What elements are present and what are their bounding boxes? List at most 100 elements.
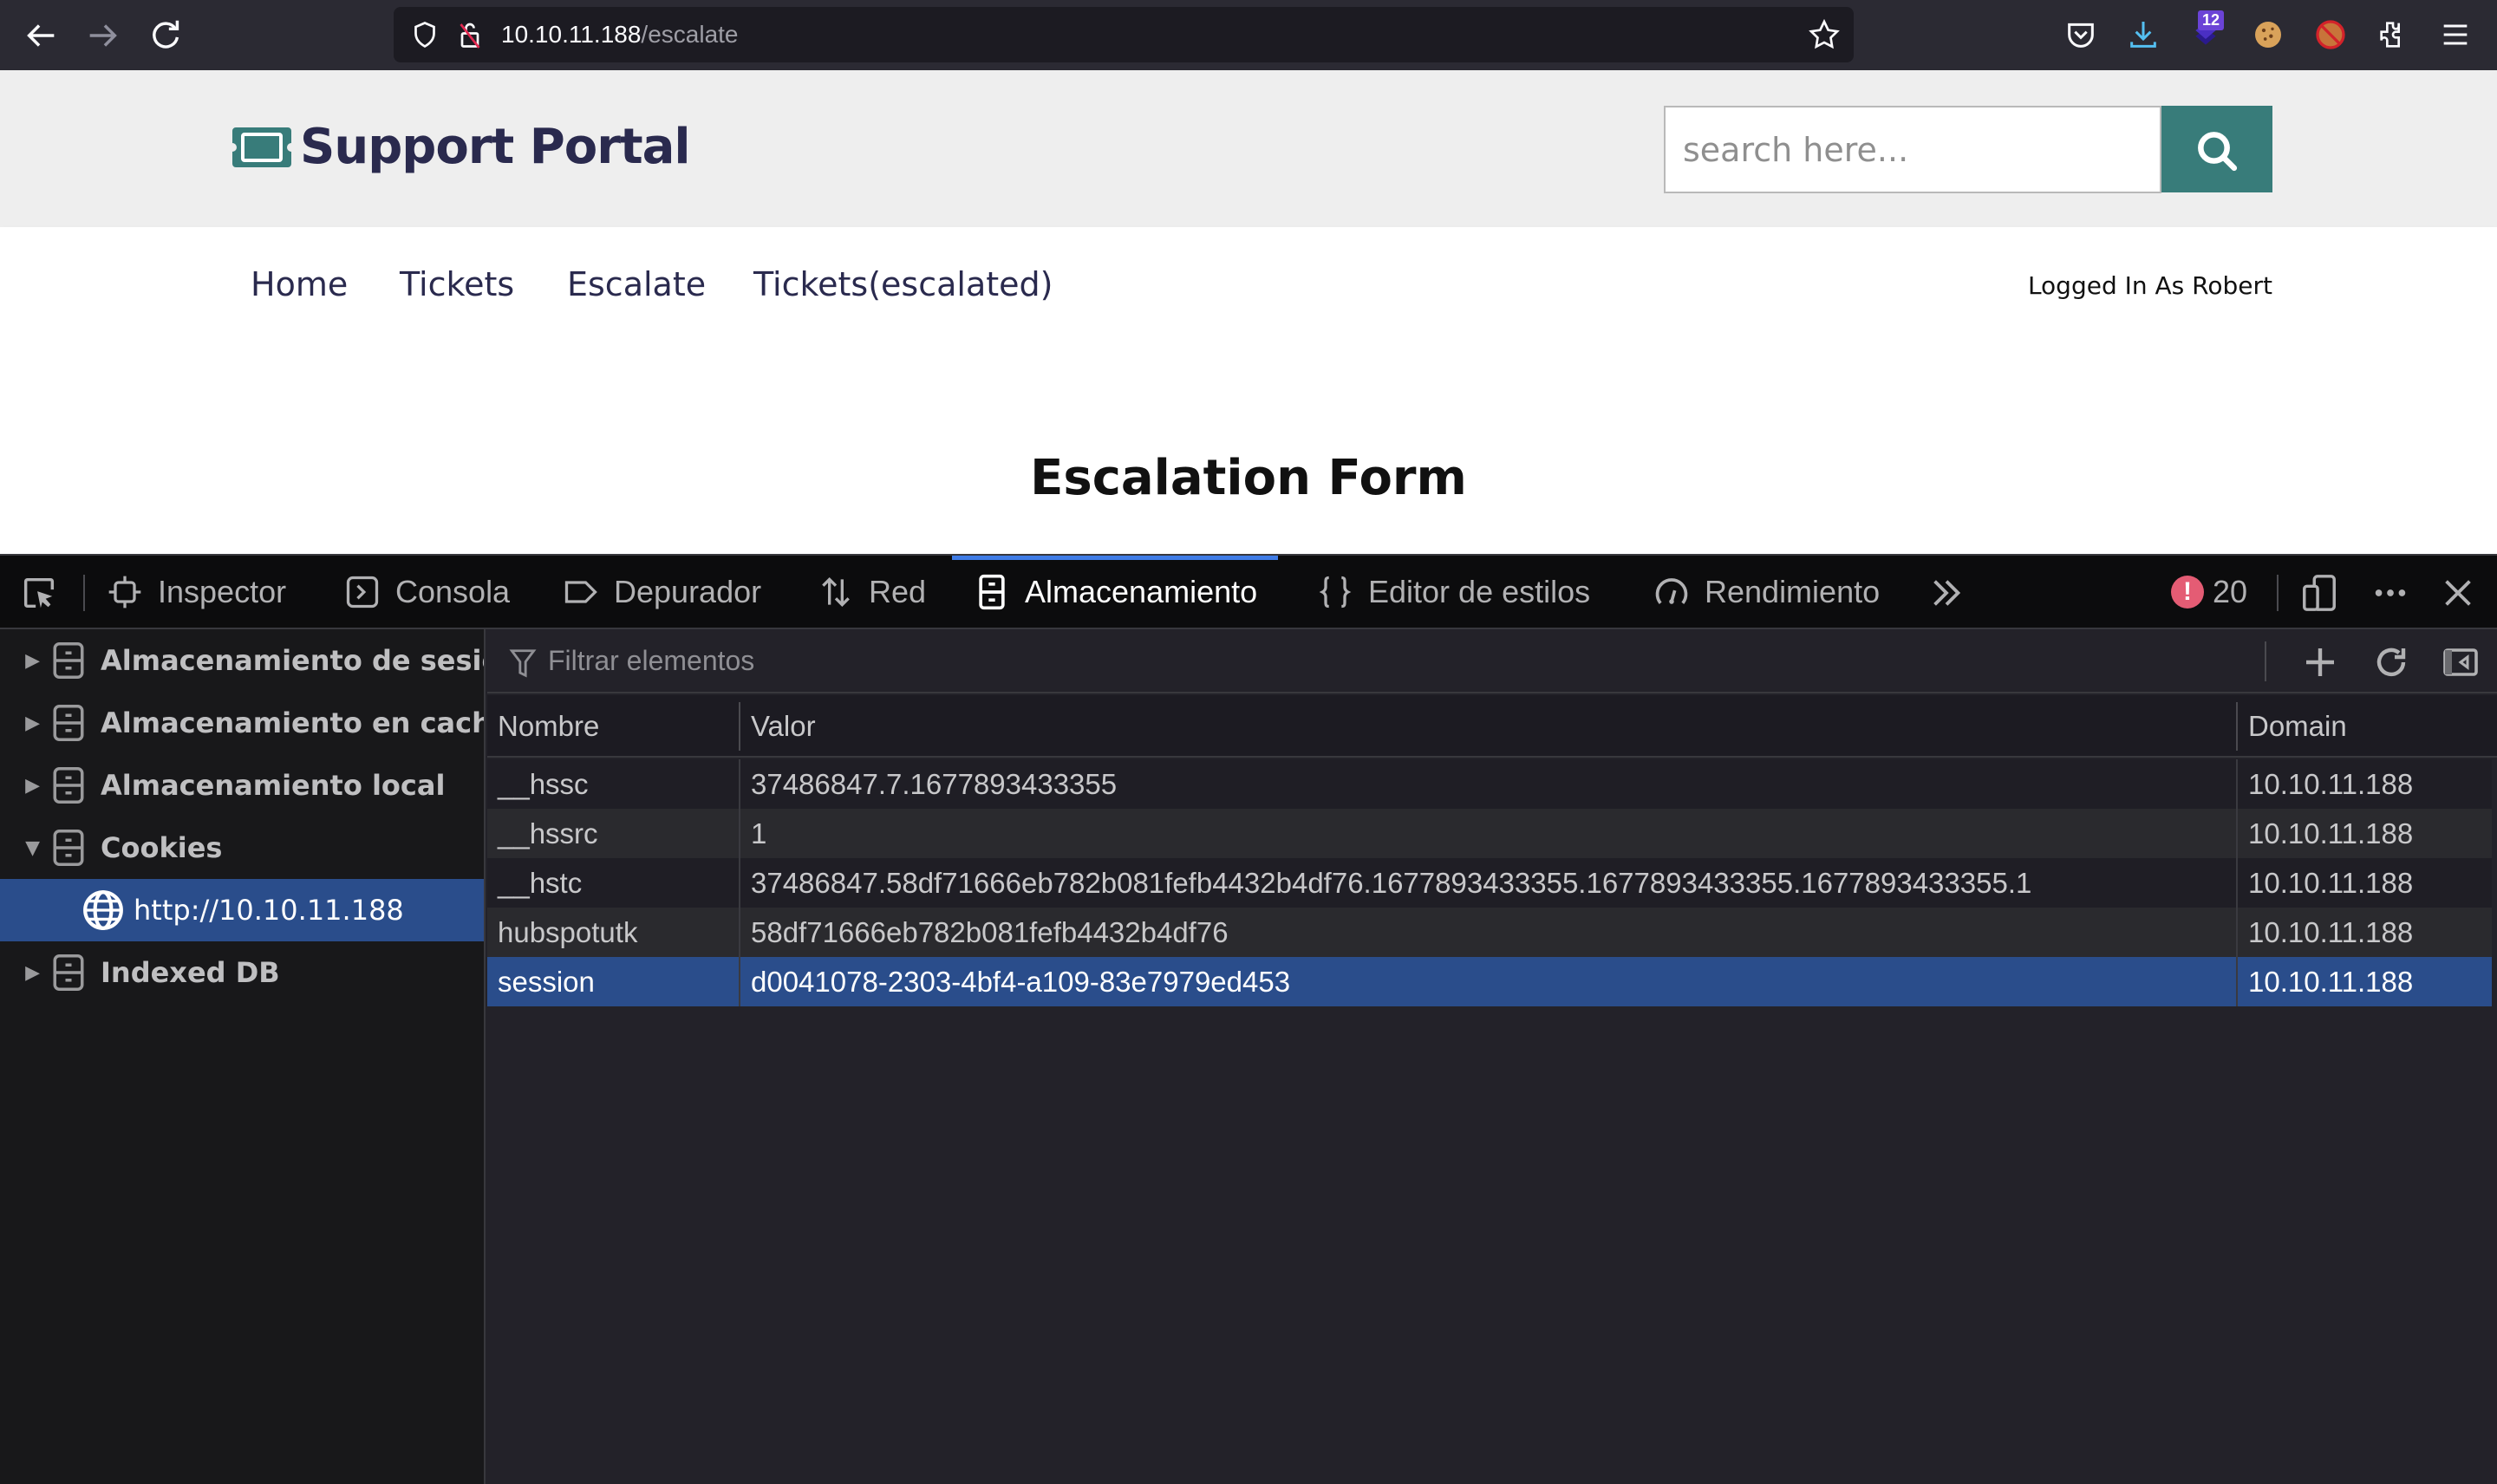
table-row[interactable]: hubspotutk 58df71666eb782b081fefb4432b4d… [487, 908, 2492, 957]
url-path: /escalate [641, 21, 739, 48]
storage-icon [53, 642, 84, 679]
tab-label: Red [869, 574, 927, 609]
tree-item-cache-storage[interactable]: ▶ Almacenamiento en caché [0, 692, 484, 754]
cookie-value: 37486847.7.1677893433355 [739, 759, 2236, 809]
cookies-pane: Nombre Valor Domain __hssc 37486847.7.16… [487, 629, 2497, 1484]
nav-home[interactable]: Home [251, 260, 348, 309]
braces-icon [1319, 576, 1352, 609]
more-tabs-chevrons-icon[interactable] [1927, 573, 1966, 613]
filter-bar [487, 629, 2497, 693]
tree-item-local-storage[interactable]: ▶ Almacenamiento local [0, 754, 484, 817]
cookie-extension-icon[interactable] [2251, 17, 2285, 52]
cookie-domain: 10.10.11.188 [2236, 759, 2492, 809]
tab-label: Depurador [614, 574, 762, 609]
search-icon [2198, 132, 2238, 172]
cookie-name: __hssrc [498, 817, 598, 849]
ticket-logo-icon [232, 127, 291, 167]
expand-arrow-icon[interactable]: ▶ [0, 775, 47, 797]
toolbar-divider [83, 575, 85, 611]
network-arrows-icon [822, 576, 850, 608]
nav-tickets[interactable]: Tickets [400, 260, 514, 309]
more-options-icon[interactable] [2370, 573, 2410, 613]
debugger-icon [564, 581, 597, 603]
storage-sidebar: ▶ Almacenamiento de sesión ▶ Almacenamie… [0, 629, 486, 1484]
tab-label: Editor de estilos [1368, 574, 1591, 609]
tree-item-label: Almacenamiento local [101, 769, 446, 802]
hamburger-menu-icon[interactable] [2438, 17, 2473, 52]
extensions-puzzle-icon[interactable] [2376, 17, 2410, 52]
arrow-right-icon [89, 24, 117, 47]
site-logo-text[interactable]: Support Portal [300, 114, 691, 180]
filter-divider [2265, 641, 2266, 681]
console-icon [346, 576, 379, 609]
url-text[interactable]: 10.10.11.188/escalate [501, 19, 739, 50]
insecure-lock-icon[interactable] [454, 19, 486, 50]
cookie-value: d0041078-2303-4bf4-a109-83e7979ed453 [739, 957, 2236, 1006]
logged-in-status: Logged In As Robert [2027, 271, 2272, 300]
table-row[interactable]: __hssrc 1 10.10.11.188 [487, 809, 2492, 858]
cookie-name: hubspotutk [498, 916, 638, 948]
download-icon[interactable] [2126, 17, 2161, 52]
tab-inspector[interactable]: Inspector [106, 556, 286, 628]
tab-performance[interactable]: Rendimiento [1653, 556, 1880, 628]
add-item-icon[interactable] [2299, 641, 2341, 683]
storage-icon [53, 705, 84, 741]
inspector-icon [108, 576, 141, 609]
filter-input[interactable] [548, 640, 2195, 681]
tab-network[interactable]: Red [817, 556, 926, 628]
tree-item-label: Almacenamiento de sesión [101, 644, 484, 677]
storage-icon [53, 767, 84, 804]
pocket-icon[interactable] [2063, 17, 2098, 52]
toolbar-divider [2277, 575, 2279, 611]
nav-tickets-escalated[interactable]: Tickets(escalated) [753, 260, 1053, 309]
foxyproxy-disabled-icon[interactable] [2313, 17, 2348, 52]
tree-item-cookies-origin[interactable]: http://10.10.11.188 [0, 879, 484, 941]
tab-console[interactable]: Consola [343, 556, 510, 628]
filter-funnel-icon [509, 649, 537, 678]
shield-icon[interactable] [409, 19, 440, 50]
column-header-value[interactable]: Valor [740, 695, 816, 758]
element-picker-icon[interactable] [19, 573, 59, 613]
table-row-selected[interactable]: session d0041078-2303-4bf4-a109-83e7979e… [487, 957, 2492, 1006]
storage-icon [53, 954, 84, 991]
back-button[interactable] [21, 16, 61, 55]
column-header-name[interactable]: Nombre [487, 695, 599, 758]
forward-button[interactable] [83, 16, 123, 55]
tree-item-cookies[interactable]: ▼ Cookies [0, 817, 484, 879]
cookies-table-header: Nombre Valor Domain [487, 695, 2497, 758]
storage-icon [979, 574, 1005, 610]
column-header-domain[interactable]: Domain [2238, 695, 2347, 758]
tree-item-session-storage[interactable]: ▶ Almacenamiento de sesión [0, 629, 484, 692]
tab-debugger[interactable]: Depurador [562, 556, 761, 628]
reload-icon [153, 20, 179, 49]
responsive-design-icon[interactable] [2299, 573, 2339, 613]
devtools-toolbar: Inspector Consola Depurador Red Almacena… [0, 554, 2497, 629]
expand-arrow-icon[interactable]: ▶ [0, 713, 47, 734]
page-title: Escalation Form [1030, 450, 1467, 506]
refresh-icon[interactable] [2370, 641, 2412, 683]
extension-badge: 12 [2198, 10, 2225, 30]
search-input[interactable] [1664, 106, 2161, 193]
cookies-table-body: __hssc 37486847.7.1677893433355 10.10.11… [487, 759, 2497, 1006]
bookmark-star-icon[interactable] [1807, 17, 1842, 52]
expand-arrow-icon[interactable]: ▶ [0, 650, 47, 672]
nav-escalate[interactable]: Escalate [567, 260, 706, 309]
url-bar[interactable]: 10.10.11.188/escalate [394, 7, 1854, 62]
tree-item-indexed-db[interactable]: ▶ Indexed DB [0, 941, 484, 1004]
table-row[interactable]: __hstc 37486847.58df71666eb782b081fefb44… [487, 858, 2492, 908]
expand-arrow-icon[interactable]: ▶ [0, 962, 47, 984]
table-row[interactable]: __hssc 37486847.7.1677893433355 10.10.11… [487, 759, 2492, 809]
error-counter[interactable]: ! 20 [2171, 556, 2247, 628]
cookie-value: 1 [739, 809, 2236, 858]
reload-button[interactable] [146, 16, 186, 55]
close-devtools-icon[interactable] [2438, 573, 2478, 613]
tree-item-label: Cookies [101, 831, 223, 864]
cookie-name: __hssc [498, 768, 589, 800]
collapse-arrow-icon[interactable]: ▼ [0, 837, 47, 859]
search-button[interactable] [2161, 106, 2272, 192]
tab-storage[interactable]: Almacenamiento [952, 556, 1279, 628]
toggle-sidebar-icon[interactable] [2440, 641, 2481, 683]
tree-item-label: Almacenamiento en caché [101, 706, 484, 739]
tab-style-editor[interactable]: Editor de estilos [1316, 556, 1590, 628]
error-icon: ! [2171, 576, 2204, 609]
